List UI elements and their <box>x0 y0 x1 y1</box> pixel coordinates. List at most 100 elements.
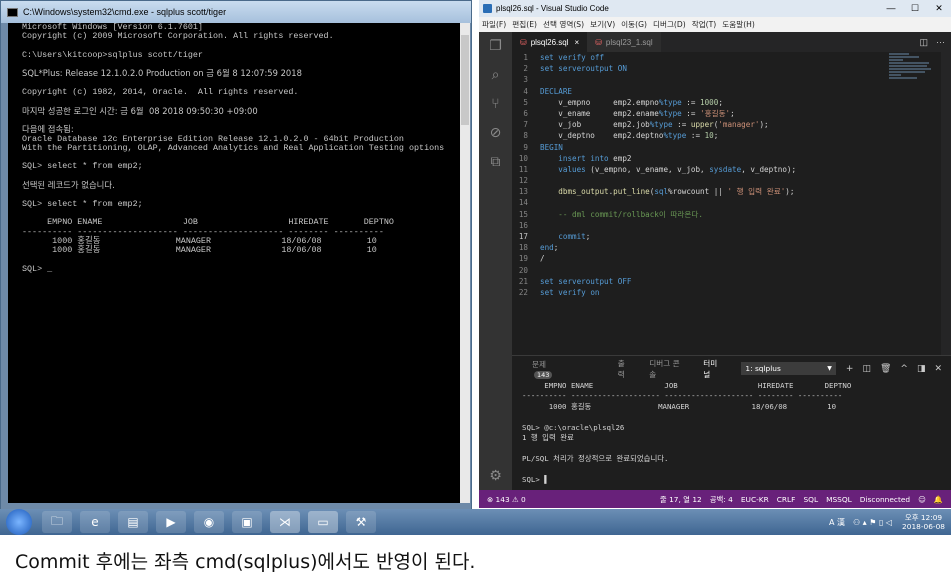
line-number: 11 <box>518 164 528 174</box>
console-line: 1000 홍길동 MANAGER 18/06/08 10 <box>22 245 377 256</box>
code-line: insert into emp2 <box>558 153 632 163</box>
menu-item[interactable]: 이동(G) <box>618 19 650 30</box>
vscode-taskbar-icon[interactable]: ⋊ <box>270 511 300 533</box>
encoding[interactable]: EUC-KR <box>741 495 769 504</box>
terminal-line: SQL> ▌ <box>522 474 549 484</box>
mssql-status[interactable]: MSSQL <box>826 495 852 504</box>
line-number: 12 <box>518 176 528 186</box>
code-line: commit; <box>558 232 591 241</box>
menu-item[interactable]: 파일(F) <box>479 19 509 30</box>
app-taskbar-icon[interactable]: ▣ <box>232 511 262 533</box>
line-number: 3 <box>523 75 528 85</box>
cmd-console[interactable]: Microsoft Windows [Version 6.1.7601] Copy… <box>8 23 460 503</box>
line-number: 14 <box>518 198 528 208</box>
search-icon[interactable]: ⌕ <box>479 61 512 90</box>
tray-icons[interactable]: ⚇ ▴ ⚑ ▯ ◁ <box>853 518 892 527</box>
line-number: 16 <box>518 220 528 230</box>
terminal-line: PL/SQL 처리가 정상적으로 완료되었습니다. <box>522 453 669 463</box>
problems-status[interactable]: ⊗ 143 ⚠ 0 <box>487 495 526 504</box>
connection-status[interactable]: Disconnected <box>860 495 910 504</box>
terminal-line: ---------- -------------------- --------… <box>522 391 843 401</box>
tab-close-icon[interactable]: × <box>575 38 580 47</box>
terminal-line: EMPNO ENAME JOB HIREDATE DEPTNO <box>522 381 852 390</box>
extensions-icon[interactable]: ⧉ <box>479 148 512 177</box>
tab-output[interactable]: 출력 <box>618 358 631 380</box>
ime-indicator[interactable]: A 漢 <box>829 517 845 528</box>
editor-scrollbar[interactable] <box>941 52 951 355</box>
status-bar: ⊗ 143 ⚠ 0 줄 17, 열 12 공백: 4 EUC-KR CRLF S… <box>479 490 951 508</box>
vscode-window[interactable]: plsql26.sql - Visual Studio Code — ☐ ✕ 파… <box>479 0 951 508</box>
menu-item[interactable]: 디버그(D) <box>650 19 689 30</box>
menu-item[interactable]: 작업(T) <box>689 19 720 30</box>
line-number: 22 <box>518 287 528 297</box>
cursor-position[interactable]: 줄 17, 열 12 <box>660 494 702 505</box>
new-terminal-icon[interactable]: + <box>846 364 854 374</box>
code-line: v_ename emp2.ename%type := '홍길동'; <box>540 108 735 118</box>
cmd-scrollbar[interactable] <box>460 23 470 503</box>
vscode-logo-icon <box>483 4 492 13</box>
menu-item[interactable]: 편집(E) <box>509 19 540 30</box>
problems-badge: 143 <box>534 370 553 379</box>
cmd-taskbar-icon[interactable]: ▭ <box>308 511 338 533</box>
clock-date: 2018-06-08 <box>902 522 945 531</box>
explorer-taskbar-icon[interactable]: 🗀 <box>42 511 72 533</box>
toggle-panel-icon[interactable]: ◨ <box>917 364 926 374</box>
line-number: 7 <box>523 120 528 130</box>
close-button[interactable]: ✕ <box>927 3 951 14</box>
folder-taskbar-icon[interactable]: ▤ <box>118 511 148 533</box>
ie-taskbar-icon[interactable]: e <box>80 511 110 533</box>
cmd-icon <box>7 7 18 17</box>
menu-item[interactable]: 도움말(H) <box>719 19 758 30</box>
media-player-taskbar-icon[interactable]: ▶ <box>156 511 186 533</box>
chrome-taskbar-icon[interactable]: ◉ <box>194 511 224 533</box>
debug-icon[interactable]: ⊘ <box>479 119 512 148</box>
cmd-titlebar[interactable]: C:\Windows\system32\cmd.exe - sqlplus sc… <box>1 1 471 23</box>
trash-icon[interactable]: 🗑 <box>880 364 891 374</box>
code-editor[interactable]: 1 set verify off 2 set serveroutput ON 3 4… <box>512 52 951 355</box>
language-mode[interactable]: SQL <box>803 495 818 504</box>
minimap[interactable] <box>889 52 939 92</box>
cmd-window[interactable]: C:\Windows\system32\cmd.exe - sqlplus sc… <box>0 0 472 510</box>
start-button[interactable] <box>6 509 32 535</box>
minimize-button[interactable]: — <box>879 3 903 14</box>
tab-terminal[interactable]: 터미널 <box>703 358 723 380</box>
tool-taskbar-icon[interactable]: ⚒ <box>346 511 376 533</box>
console-line: With the Partitioning, OLAP, Advanced An… <box>22 142 445 153</box>
split-editor-icon[interactable]: ◫ <box>919 37 928 48</box>
split-terminal-icon[interactable]: ◫ <box>862 364 871 374</box>
line-number: 10 <box>518 153 528 163</box>
smiley-icon[interactable]: ☺ <box>918 495 926 504</box>
menu-item[interactable]: 보기(V) <box>587 19 618 30</box>
tab-label: plsql23_1.sql <box>605 37 653 47</box>
menu-item[interactable]: 선택 영역(S) <box>540 19 587 30</box>
tab-debug-console[interactable]: 디버그 콘솔 <box>649 358 685 380</box>
indentation[interactable]: 공백: 4 <box>710 494 733 505</box>
terminal-select[interactable]: 1: sqlplus ▼ <box>741 362 836 375</box>
more-actions-icon[interactable]: ··· <box>936 37 945 47</box>
clock[interactable]: 오후 12:09 2018-06-08 <box>902 513 945 531</box>
explorer-icon[interactable]: ❐ <box>479 32 512 61</box>
bell-icon[interactable]: 🔔 <box>934 495 943 504</box>
tab-problems[interactable]: 문제143 <box>532 359 600 379</box>
console-line: SQL> select * from emp2; <box>22 198 143 209</box>
line-number: 2 <box>523 64 528 74</box>
line-number: 21 <box>518 276 528 286</box>
maximize-button[interactable]: ☐ <box>903 3 927 14</box>
code-line: set verify on <box>540 287 600 297</box>
source-control-icon[interactable]: ⑂ <box>479 90 512 119</box>
close-panel-icon[interactable]: ✕ <box>934 364 942 374</box>
taskbar: 🗀 e ▤ ▶ ◉ ▣ ⋊ ▭ ⚒ A 漢 ⚇ ▴ ⚑ ▯ ◁ 오후 12:09… <box>0 509 951 535</box>
activity-bar: ❐ ⌕ ⑂ ⊘ ⧉ ⚙ <box>479 32 512 490</box>
tab-plsql23-1[interactable]: ⛁ plsql23_1.sql <box>587 32 661 52</box>
vscode-titlebar[interactable]: plsql26.sql - Visual Studio Code — ☐ ✕ <box>479 0 951 17</box>
editor-tabs: ⛁ plsql26.sql × ⛁ plsql23_1.sql ◫ ··· <box>512 32 951 52</box>
console-line: Copyright (c) 1982, 2014, Oracle. All ri… <box>22 87 299 98</box>
tab-plsql26[interactable]: ⛁ plsql26.sql × <box>512 32 588 52</box>
terminal-output[interactable]: EMPNO ENAME JOB HIREDATE DEPTNO ---------… <box>512 381 951 485</box>
chevron-down-icon: ▼ <box>827 365 832 372</box>
eol[interactable]: CRLF <box>777 495 796 504</box>
settings-gear-icon[interactable]: ⚙ <box>479 462 512 491</box>
chevron-up-icon[interactable]: ^ <box>900 364 908 374</box>
